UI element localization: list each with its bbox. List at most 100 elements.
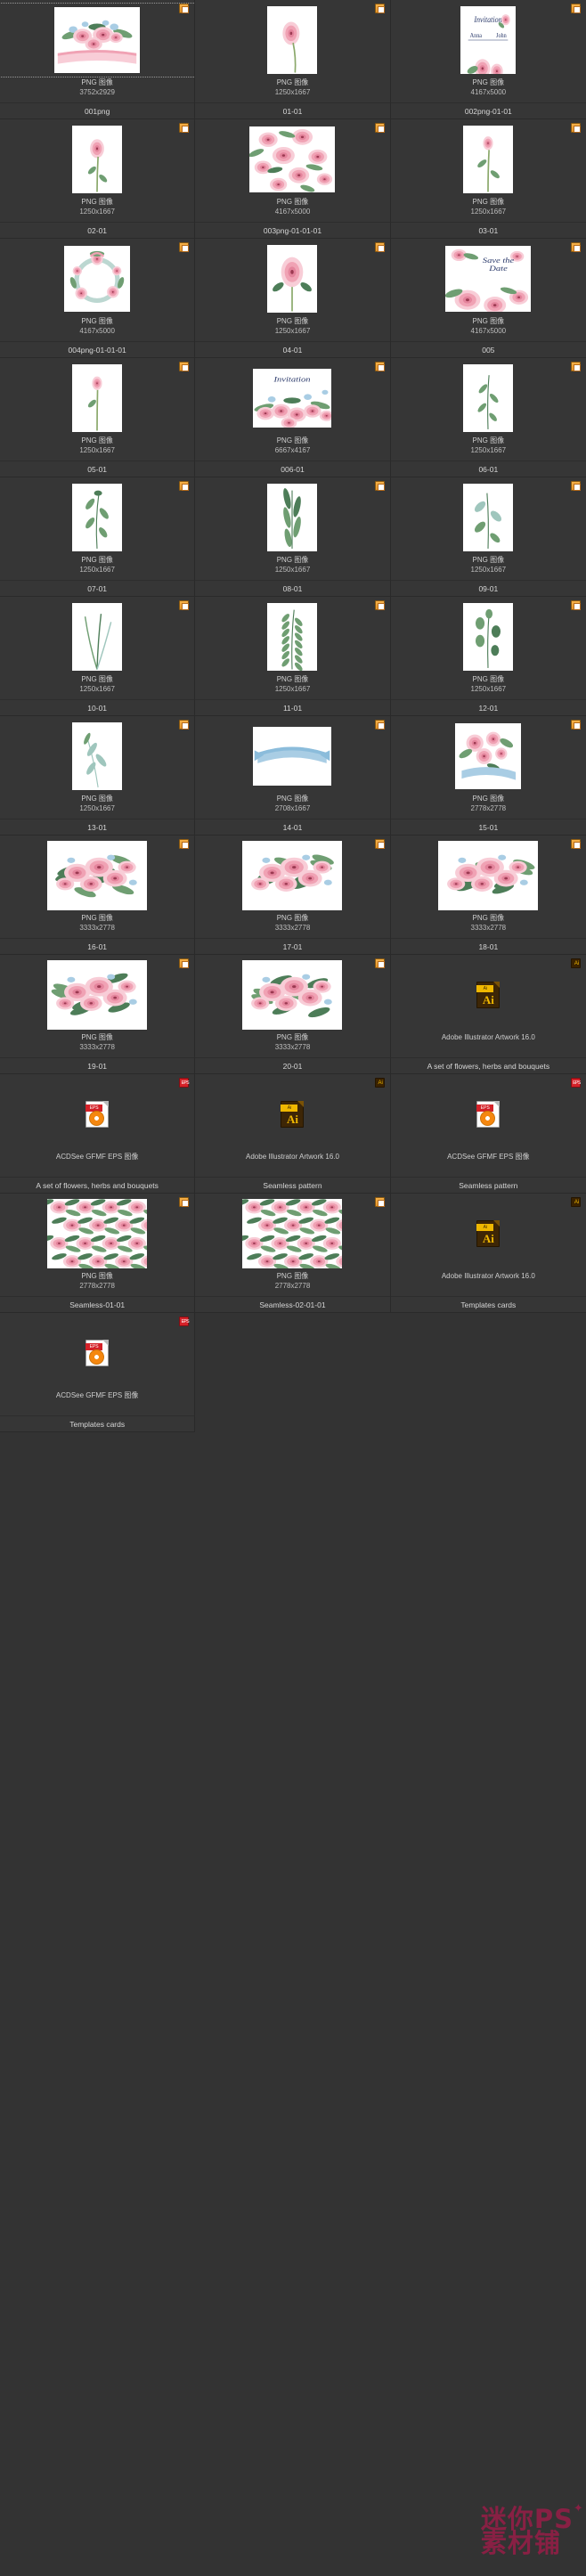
thumbnail-grid[interactable]: PNG 图像 3752x2929 001png PNG 图像 1250x1667 01-0… bbox=[0, 0, 586, 1432]
thumbnail[interactable]: EPS bbox=[0, 1079, 194, 1150]
file-cell[interactable]: PNG 图像 1250x1667 03-01 bbox=[390, 119, 586, 239]
file-cell[interactable]: PNG 图像 3333x2778 17-01 bbox=[195, 836, 391, 955]
thumbnail[interactable] bbox=[0, 1198, 194, 1269]
file-cell[interactable]: PNG 图像 1250x1667 08-01 bbox=[195, 477, 391, 597]
file-name-label[interactable]: 05-01 bbox=[0, 461, 195, 477]
file-name-label[interactable]: 10-01 bbox=[0, 699, 195, 715]
file-cell[interactable]: PNG 图像 3752x2929 001png bbox=[0, 0, 197, 119]
thumbnail[interactable] bbox=[391, 840, 586, 911]
file-cell[interactable]: AiAi Adobe Illustrator Artwork 16.0 Seamle… bbox=[195, 1074, 391, 1194]
file-cell[interactable]: PNG 图像 4167x5000 004png-01-01-01 bbox=[0, 239, 196, 358]
file-cell[interactable]: PNG 图像 2708x1667 14-01 bbox=[195, 716, 391, 836]
file-cell[interactable]: PNG 图像 2778x2778 Seamless-01-01 bbox=[0, 1194, 196, 1313]
file-cell[interactable]: AiAi Adobe Illustrator Artwork 16.0 A set … bbox=[390, 955, 586, 1074]
thumbnail[interactable] bbox=[0, 721, 194, 792]
thumbnail[interactable]: Invitation bbox=[195, 363, 389, 434]
file-name-label[interactable]: 16-01 bbox=[0, 938, 195, 954]
file-name-label[interactable]: 12-01 bbox=[390, 699, 586, 715]
thumbnail[interactable] bbox=[0, 601, 194, 673]
file-name-label[interactable]: Seamless-02-01-01 bbox=[195, 1296, 390, 1312]
file-name-label[interactable]: 004png-01-01-01 bbox=[0, 341, 195, 357]
file-name-label[interactable]: 02-01 bbox=[0, 222, 195, 238]
file-name-label[interactable]: 003png-01-01-01 bbox=[195, 222, 390, 238]
file-name-label[interactable]: 07-01 bbox=[0, 580, 195, 596]
file-name-label[interactable]: 005 bbox=[390, 341, 586, 357]
thumbnail[interactable] bbox=[391, 721, 586, 792]
thumbnail[interactable] bbox=[195, 482, 389, 553]
file-cell[interactable]: Invitation PNG 图像 6667x4167 006-01 bbox=[195, 358, 391, 477]
file-cell[interactable]: PNG 图像 1250x1667 10-01 bbox=[0, 597, 196, 716]
file-cell[interactable]: PNG 图像 3333x2778 20-01 bbox=[195, 955, 391, 1074]
file-cell[interactable]: PNG 图像 1250x1667 01-01 bbox=[195, 0, 391, 119]
file-name-label[interactable]: 01-01 bbox=[195, 102, 390, 118]
file-cell[interactable]: PNG 图像 1250x1667 04-01 bbox=[195, 239, 391, 358]
thumbnail[interactable] bbox=[195, 124, 389, 195]
thumbnail[interactable] bbox=[195, 959, 389, 1031]
file-name-label[interactable]: 11-01 bbox=[195, 699, 390, 715]
thumbnail[interactable] bbox=[0, 243, 194, 314]
thumbnail[interactable]: EPS bbox=[391, 1079, 586, 1150]
file-name-label[interactable]: A set of flowers, herbs and bouquets bbox=[0, 1177, 195, 1193]
file-name-label[interactable]: 006-01 bbox=[195, 461, 390, 477]
file-cell[interactable]: EPS ACDSee GFMF EPS 图像 Seamless pattern bbox=[390, 1074, 586, 1194]
file-cell[interactable]: PNG 图像 1250x1667 06-01 bbox=[390, 358, 586, 477]
thumbnail[interactable]: Ai Ai bbox=[391, 959, 586, 1031]
thumbnail[interactable]: Save the Date bbox=[391, 243, 586, 314]
file-name-label[interactable]: 001png bbox=[0, 102, 195, 118]
thumbnail[interactable] bbox=[195, 840, 389, 911]
thumbnail[interactable] bbox=[195, 243, 389, 314]
thumbnail[interactable] bbox=[195, 721, 389, 792]
file-cell[interactable]: PNG 图像 4167x5000 003png-01-01-01 bbox=[195, 119, 391, 239]
file-cell[interactable]: EPS ACDSee GFMF EPS 图像 A set of flowers, h… bbox=[0, 1074, 196, 1194]
thumbnail[interactable] bbox=[195, 601, 389, 673]
thumbnail[interactable] bbox=[391, 482, 586, 553]
file-name-label[interactable]: 04-01 bbox=[195, 341, 390, 357]
file-name-label[interactable]: A set of flowers, herbs and bouquets bbox=[390, 1057, 586, 1073]
file-cell[interactable]: PNG 图像 2778x2778 Seamless-02-01-01 bbox=[195, 1194, 391, 1313]
file-name-label[interactable]: Seamless pattern bbox=[195, 1177, 390, 1193]
thumbnail[interactable] bbox=[391, 363, 586, 434]
thumbnail[interactable] bbox=[195, 4, 389, 76]
file-cell[interactable]: PNG 图像 3333x2778 18-01 bbox=[390, 836, 586, 955]
file-cell[interactable]: Save the Date PNG 图像 4167x5000 005 bbox=[390, 239, 586, 358]
file-cell[interactable]: PNG 图像 1250x1667 11-01 bbox=[195, 597, 391, 716]
thumbnail[interactable] bbox=[391, 601, 586, 673]
file-name-label[interactable]: 06-01 bbox=[390, 461, 586, 477]
file-cell[interactable]: PNG 图像 1250x1667 12-01 bbox=[390, 597, 586, 716]
file-cell[interactable]: PNG 图像 1250x1667 05-01 bbox=[0, 358, 196, 477]
file-cell[interactable]: PNG 图像 1250x1667 13-01 bbox=[0, 716, 196, 836]
file-cell[interactable]: PNG 图像 1250x1667 02-01 bbox=[0, 119, 196, 239]
thumbnail[interactable] bbox=[0, 482, 194, 553]
file-name-label[interactable]: 09-01 bbox=[390, 580, 586, 596]
file-name-label[interactable]: 002png-01-01 bbox=[390, 102, 586, 118]
file-cell[interactable]: AiAi Adobe Illustrator Artwork 16.0 Templa… bbox=[390, 1194, 586, 1313]
thumbnail[interactable]: Ai Ai bbox=[391, 1198, 586, 1269]
file-name-label[interactable]: 03-01 bbox=[390, 222, 586, 238]
file-cell[interactable]: PNG 图像 2778x2778 15-01 bbox=[390, 716, 586, 836]
thumbnail[interactable] bbox=[0, 3, 197, 77]
file-cell[interactable]: PNG 图像 1250x1667 09-01 bbox=[390, 477, 586, 597]
file-name-label[interactable]: 17-01 bbox=[195, 938, 390, 954]
file-name-label[interactable]: Seamless pattern bbox=[390, 1177, 586, 1193]
thumbnail[interactable] bbox=[0, 124, 194, 195]
thumbnail[interactable] bbox=[195, 1198, 389, 1269]
thumbnail[interactable] bbox=[0, 363, 194, 434]
file-name-label[interactable]: 20-01 bbox=[195, 1057, 390, 1073]
file-name-label[interactable]: Seamless-01-01 bbox=[0, 1296, 195, 1312]
thumbnail[interactable] bbox=[0, 959, 194, 1031]
file-cell[interactable]: PNG 图像 1250x1667 07-01 bbox=[0, 477, 196, 597]
thumbnail[interactable]: Invitation Anna John bbox=[391, 4, 586, 76]
file-name-label[interactable]: 15-01 bbox=[390, 819, 586, 835]
file-name-label[interactable]: 08-01 bbox=[195, 580, 390, 596]
file-name-label[interactable]: 14-01 bbox=[195, 819, 390, 835]
file-name-label[interactable]: 13-01 bbox=[0, 819, 195, 835]
file-cell[interactable]: PNG 图像 3333x2778 19-01 bbox=[0, 955, 196, 1074]
file-name-label[interactable]: Templates cards bbox=[0, 1415, 195, 1431]
thumbnail[interactable] bbox=[391, 124, 586, 195]
thumbnail[interactable]: EPS bbox=[0, 1317, 194, 1389]
thumbnail[interactable] bbox=[0, 840, 194, 911]
file-cell[interactable]: EPS ACDSee GFMF EPS 图像 Templates cards bbox=[0, 1313, 196, 1432]
file-name-label[interactable]: Templates cards bbox=[390, 1296, 586, 1312]
file-name-label[interactable]: 18-01 bbox=[390, 938, 586, 954]
thumbnail[interactable]: Ai Ai bbox=[195, 1079, 389, 1150]
